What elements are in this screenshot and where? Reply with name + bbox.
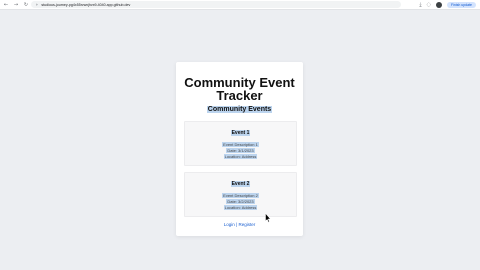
register-link[interactable]: Register bbox=[238, 222, 255, 227]
page-title: Community Event Tracker bbox=[176, 76, 303, 102]
profile-avatar[interactable] bbox=[435, 1, 442, 8]
finish-update-button[interactable]: Finish update bbox=[446, 1, 476, 8]
login-link[interactable]: Login bbox=[224, 222, 235, 227]
event-card-1: Event 1 Event Description 1 Date: 3/1/20… bbox=[184, 121, 297, 166]
auth-links: Login | Register bbox=[176, 222, 303, 227]
main-card: Community Event Tracker Community Events… bbox=[176, 62, 303, 236]
browser-toolbar: ← → ↻ ⚬ studious-journey-pg4x55rvwxjhvx9… bbox=[0, 0, 480, 10]
event-name: Event 1 bbox=[230, 130, 251, 136]
site-info-icon[interactable]: ⚬ bbox=[35, 2, 38, 7]
event-location: Location: Address bbox=[223, 154, 258, 159]
toolbar-actions: ⤓ ◌ Finish update bbox=[414, 1, 476, 8]
section-title-text: Community Events bbox=[206, 106, 273, 113]
url-text: studious-journey-pg4x55rvwxjhvx9-4040.ap… bbox=[41, 2, 131, 7]
event-date: Date: 3/2/2023 bbox=[226, 199, 255, 204]
back-icon[interactable]: ← bbox=[2, 1, 10, 9]
event-card-2: Event 2 Event Description 2 Date: 3/2/20… bbox=[184, 172, 297, 217]
cursor-icon bbox=[265, 213, 271, 223]
download-icon[interactable]: ⤓ bbox=[419, 2, 421, 8]
forward-icon[interactable]: → bbox=[12, 1, 20, 9]
extensions-icon[interactable]: ◌ bbox=[427, 2, 431, 8]
page-title-line-2: Tracker bbox=[216, 88, 263, 103]
event-date: Date: 3/1/2023 bbox=[226, 148, 255, 153]
section-title: Community Events bbox=[176, 106, 303, 113]
address-bar[interactable]: ⚬ studious-journey-pg4x55rvwxjhvx9-4040.… bbox=[31, 1, 401, 8]
event-description: Event Description 1 bbox=[222, 142, 259, 147]
reload-icon[interactable]: ↻ bbox=[22, 1, 30, 9]
event-description: Event Description 2 bbox=[222, 193, 259, 198]
event-location: Location: Address bbox=[223, 205, 258, 210]
event-name: Event 2 bbox=[230, 181, 251, 187]
